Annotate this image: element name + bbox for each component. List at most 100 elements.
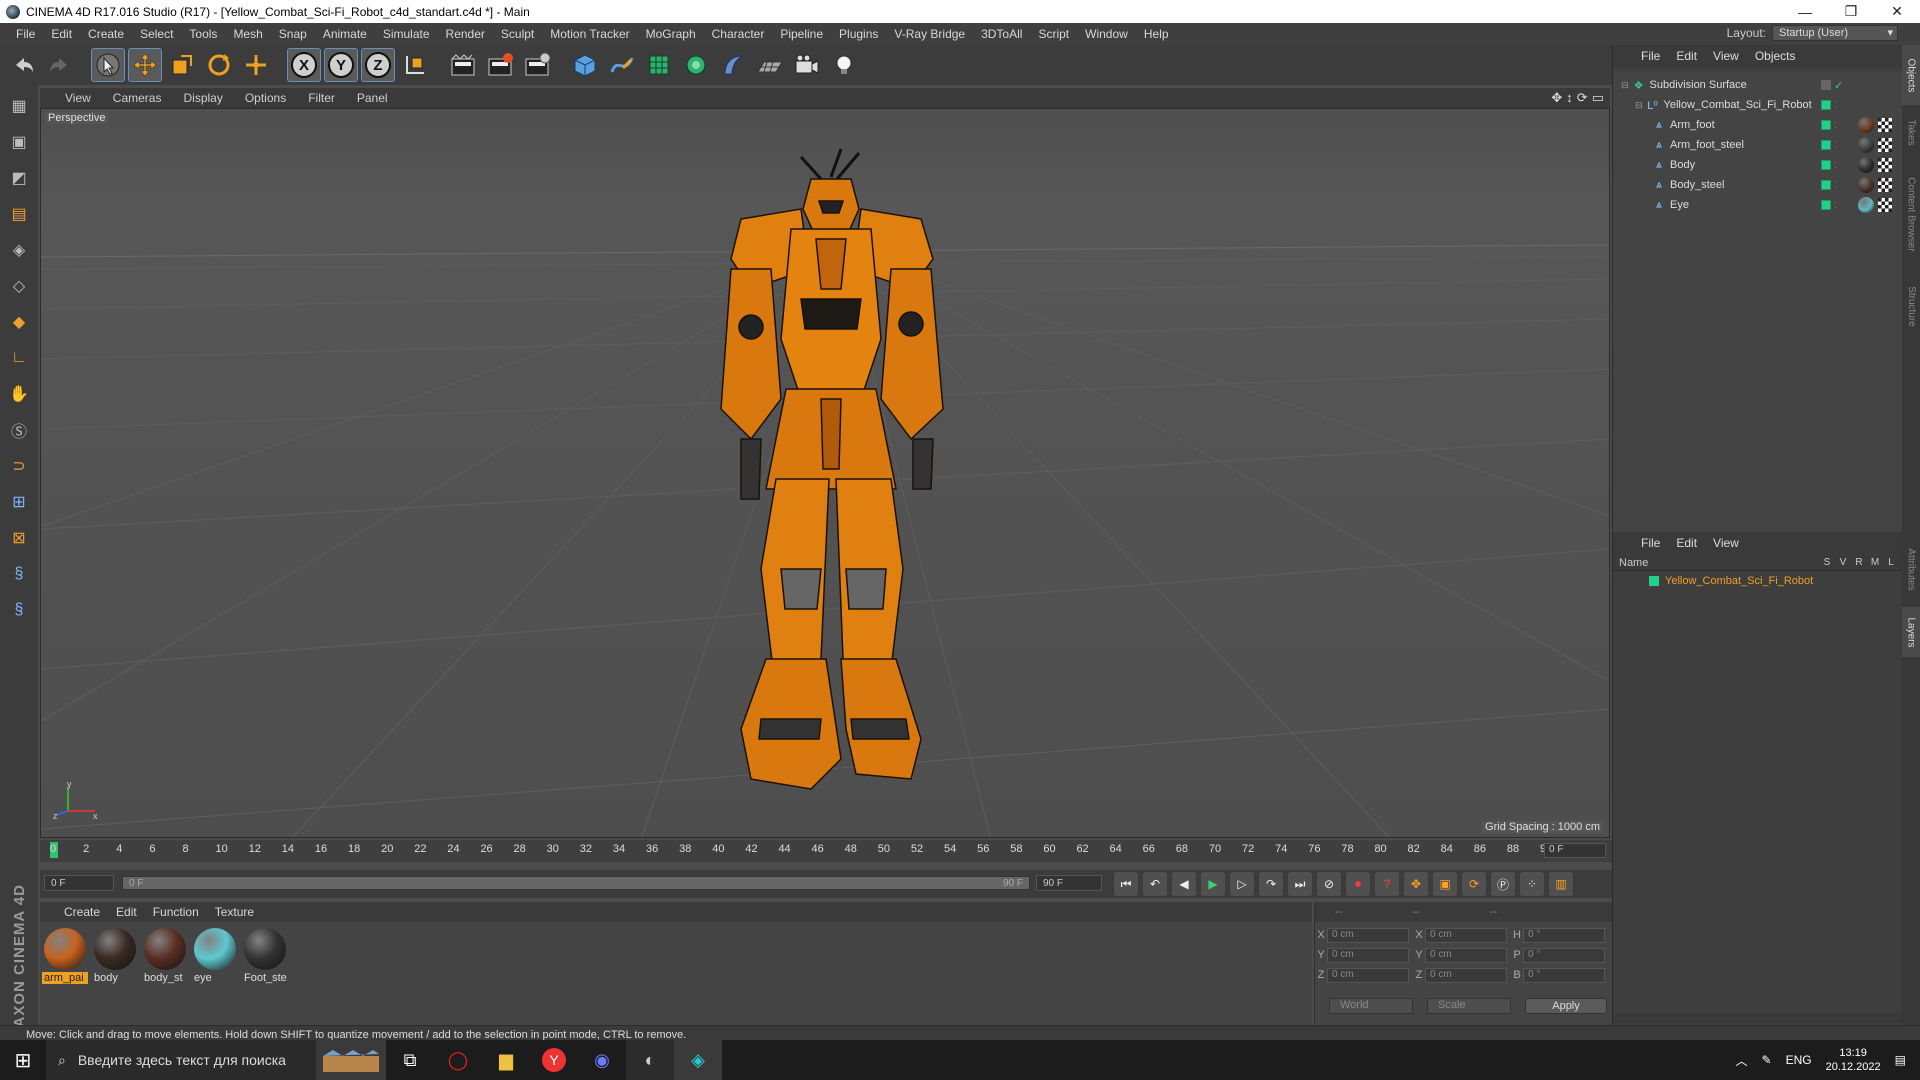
render-settings-icon[interactable]	[520, 48, 554, 82]
uvw-tag-icon[interactable]	[1878, 118, 1892, 132]
minimize-button[interactable]: —	[1782, 0, 1828, 23]
opera-browser-icon[interactable]: ◯	[434, 1040, 482, 1080]
tab-attributes[interactable]: Attributes	[1902, 533, 1920, 605]
orbit-icon[interactable]: ⟳	[1577, 90, 1588, 106]
om-menu-objects[interactable]: Objects	[1747, 49, 1804, 63]
live-selection-icon[interactable]	[91, 48, 125, 82]
taskbar-search-box[interactable]: ⌕ Введите здесь текст для поиска	[46, 1040, 316, 1080]
preview-range-slider[interactable]: 0 F 90 F	[122, 876, 1030, 890]
material-foot-ste[interactable]: Foot_ste	[242, 926, 288, 986]
layer-color-swatch[interactable]	[1821, 180, 1831, 190]
key-position-icon[interactable]: ✥	[1404, 872, 1428, 896]
edges-mode-icon[interactable]: ◇	[4, 271, 34, 301]
go-to-start-icon[interactable]: ⏮	[1114, 872, 1138, 896]
object-row[interactable]: ⩓ Arm_foot ⁚	[1613, 115, 1903, 135]
pan-icon[interactable]: ✥	[1551, 90, 1562, 106]
material-tag-icon[interactable]	[1858, 157, 1874, 173]
object-row[interactable]: ⩓ Body ⁚	[1613, 155, 1903, 175]
windows-start-icon[interactable]: ⊞	[0, 1040, 46, 1080]
menu-create[interactable]: Create	[80, 27, 132, 41]
material-menu-create[interactable]: Create	[56, 905, 108, 919]
render-picture-viewer-icon[interactable]	[483, 48, 517, 82]
timeline-window-icon[interactable]: ▥	[1549, 872, 1573, 896]
planar-workplane-icon[interactable]: ⊠	[4, 523, 34, 553]
om-menu-view[interactable]: View	[1705, 49, 1747, 63]
collapse-icon[interactable]: ⊟	[1635, 100, 1643, 111]
rotation-p-field[interactable]: 0 °	[1523, 947, 1605, 963]
uvw-tag-icon[interactable]	[1878, 158, 1892, 172]
y-axis-lock-icon[interactable]: Y	[324, 48, 358, 82]
magnet-icon[interactable]: ⊃	[4, 451, 34, 481]
visibility-dots[interactable]: ⁚	[1834, 201, 1837, 210]
material-tag-icon[interactable]	[1858, 177, 1874, 193]
menu-animate[interactable]: Animate	[315, 27, 375, 41]
menu-help[interactable]: Help	[1136, 27, 1177, 41]
weather-widget-icon[interactable]	[316, 1040, 386, 1080]
scale-icon[interactable]	[165, 48, 199, 82]
redo-icon[interactable]	[43, 48, 77, 82]
model-mode-icon[interactable]: ▣	[4, 127, 34, 157]
python-script-icon[interactable]: §	[4, 559, 34, 589]
menu-pipeline[interactable]: Pipeline	[772, 27, 831, 41]
menu-window[interactable]: Window	[1077, 27, 1136, 41]
render-view-icon[interactable]	[446, 48, 480, 82]
transform-icon[interactable]	[239, 48, 273, 82]
check-icon[interactable]: ✓	[1834, 79, 1843, 92]
menu-sculpt[interactable]: Sculpt	[493, 27, 542, 41]
language-indicator[interactable]: ENG	[1786, 1053, 1812, 1067]
tweak-mode-icon[interactable]: ✋	[4, 379, 34, 409]
layer-color-swatch[interactable]	[1821, 100, 1831, 110]
size-x-field[interactable]: 0 cm	[1425, 927, 1507, 943]
deformer-icon[interactable]	[716, 48, 750, 82]
lock-workplane-icon[interactable]: ⊞	[4, 487, 34, 517]
material-tag-icon[interactable]	[1858, 117, 1874, 133]
cinema4d-taskbar-icon[interactable]: ◐	[626, 1040, 674, 1080]
menu-file[interactable]: File	[8, 27, 43, 41]
tab-layers[interactable]: Layers	[1902, 607, 1920, 657]
texture-mode-icon[interactable]: ◩	[4, 163, 34, 193]
material-menu-function[interactable]: Function	[145, 905, 207, 919]
current-frame-field[interactable]: 0 F	[1544, 843, 1606, 858]
x-axis-lock-icon[interactable]: X	[287, 48, 321, 82]
menu-character[interactable]: Character	[704, 27, 773, 41]
close-button[interactable]: ✕	[1874, 0, 1920, 23]
workplane-mode-icon[interactable]: ▤	[4, 199, 34, 229]
play-icon[interactable]: ▶	[1201, 872, 1225, 896]
om-menu-file[interactable]: File	[1633, 49, 1668, 63]
axis-mode-icon[interactable]: ∟	[4, 343, 34, 373]
lm-menu-file[interactable]: File	[1633, 536, 1668, 550]
tab-content-browser[interactable]: Content Browser	[1902, 159, 1920, 269]
layer-color-swatch[interactable]	[1821, 160, 1831, 170]
menu-snap[interactable]: Snap	[271, 27, 315, 41]
perspective-viewport[interactable]: Perspective y x z Grid Spacing: 1000 cm	[40, 108, 1610, 838]
uvw-tag-icon[interactable]	[1878, 138, 1892, 152]
object-row[interactable]: ⊟ ❖ Subdivision Surface ✓	[1613, 75, 1903, 95]
object-row[interactable]: ⩓ Eye ⁚	[1613, 195, 1903, 215]
material-tag-icon[interactable]	[1858, 137, 1874, 153]
file-explorer-icon[interactable]: ▆	[482, 1040, 530, 1080]
rotation-b-field[interactable]: 0 °	[1523, 967, 1605, 983]
spline-pen-icon[interactable]	[605, 48, 639, 82]
points-mode-icon[interactable]: ◈	[4, 235, 34, 265]
menu-vray-bridge[interactable]: V-Ray Bridge	[886, 27, 973, 41]
key-parameter-icon[interactable]: Ⓟ	[1491, 872, 1515, 896]
uvw-tag-icon[interactable]	[1878, 198, 1892, 212]
menu-tools[interactable]: Tools	[181, 27, 225, 41]
next-frame-icon[interactable]: ▷	[1230, 872, 1254, 896]
coordinate-system-icon[interactable]	[398, 48, 432, 82]
viewport-menu-options[interactable]: Options	[234, 91, 297, 105]
yandex-browser-icon[interactable]: Y	[530, 1040, 578, 1080]
z-axis-lock-icon[interactable]: Z	[361, 48, 395, 82]
dolly-icon[interactable]: ↕	[1566, 90, 1573, 106]
tab-objects[interactable]: Objects	[1902, 45, 1920, 105]
visibility-dots[interactable]: ⁚	[1834, 141, 1837, 150]
size-y-field[interactable]: 0 cm	[1425, 947, 1507, 963]
layer-color-swatch[interactable]	[1649, 576, 1659, 586]
menu-render[interactable]: Render	[438, 27, 493, 41]
position-y-field[interactable]: 0 cm	[1327, 947, 1409, 963]
object-row[interactable]: ⩓ Arm_foot_steel ⁚	[1613, 135, 1903, 155]
task-view-icon[interactable]: ⧉	[386, 1040, 434, 1080]
menu-plugins[interactable]: Plugins	[831, 27, 886, 41]
enable-toggle[interactable]	[1821, 80, 1831, 90]
record-active-objects-icon[interactable]: ⏺	[1346, 872, 1370, 896]
